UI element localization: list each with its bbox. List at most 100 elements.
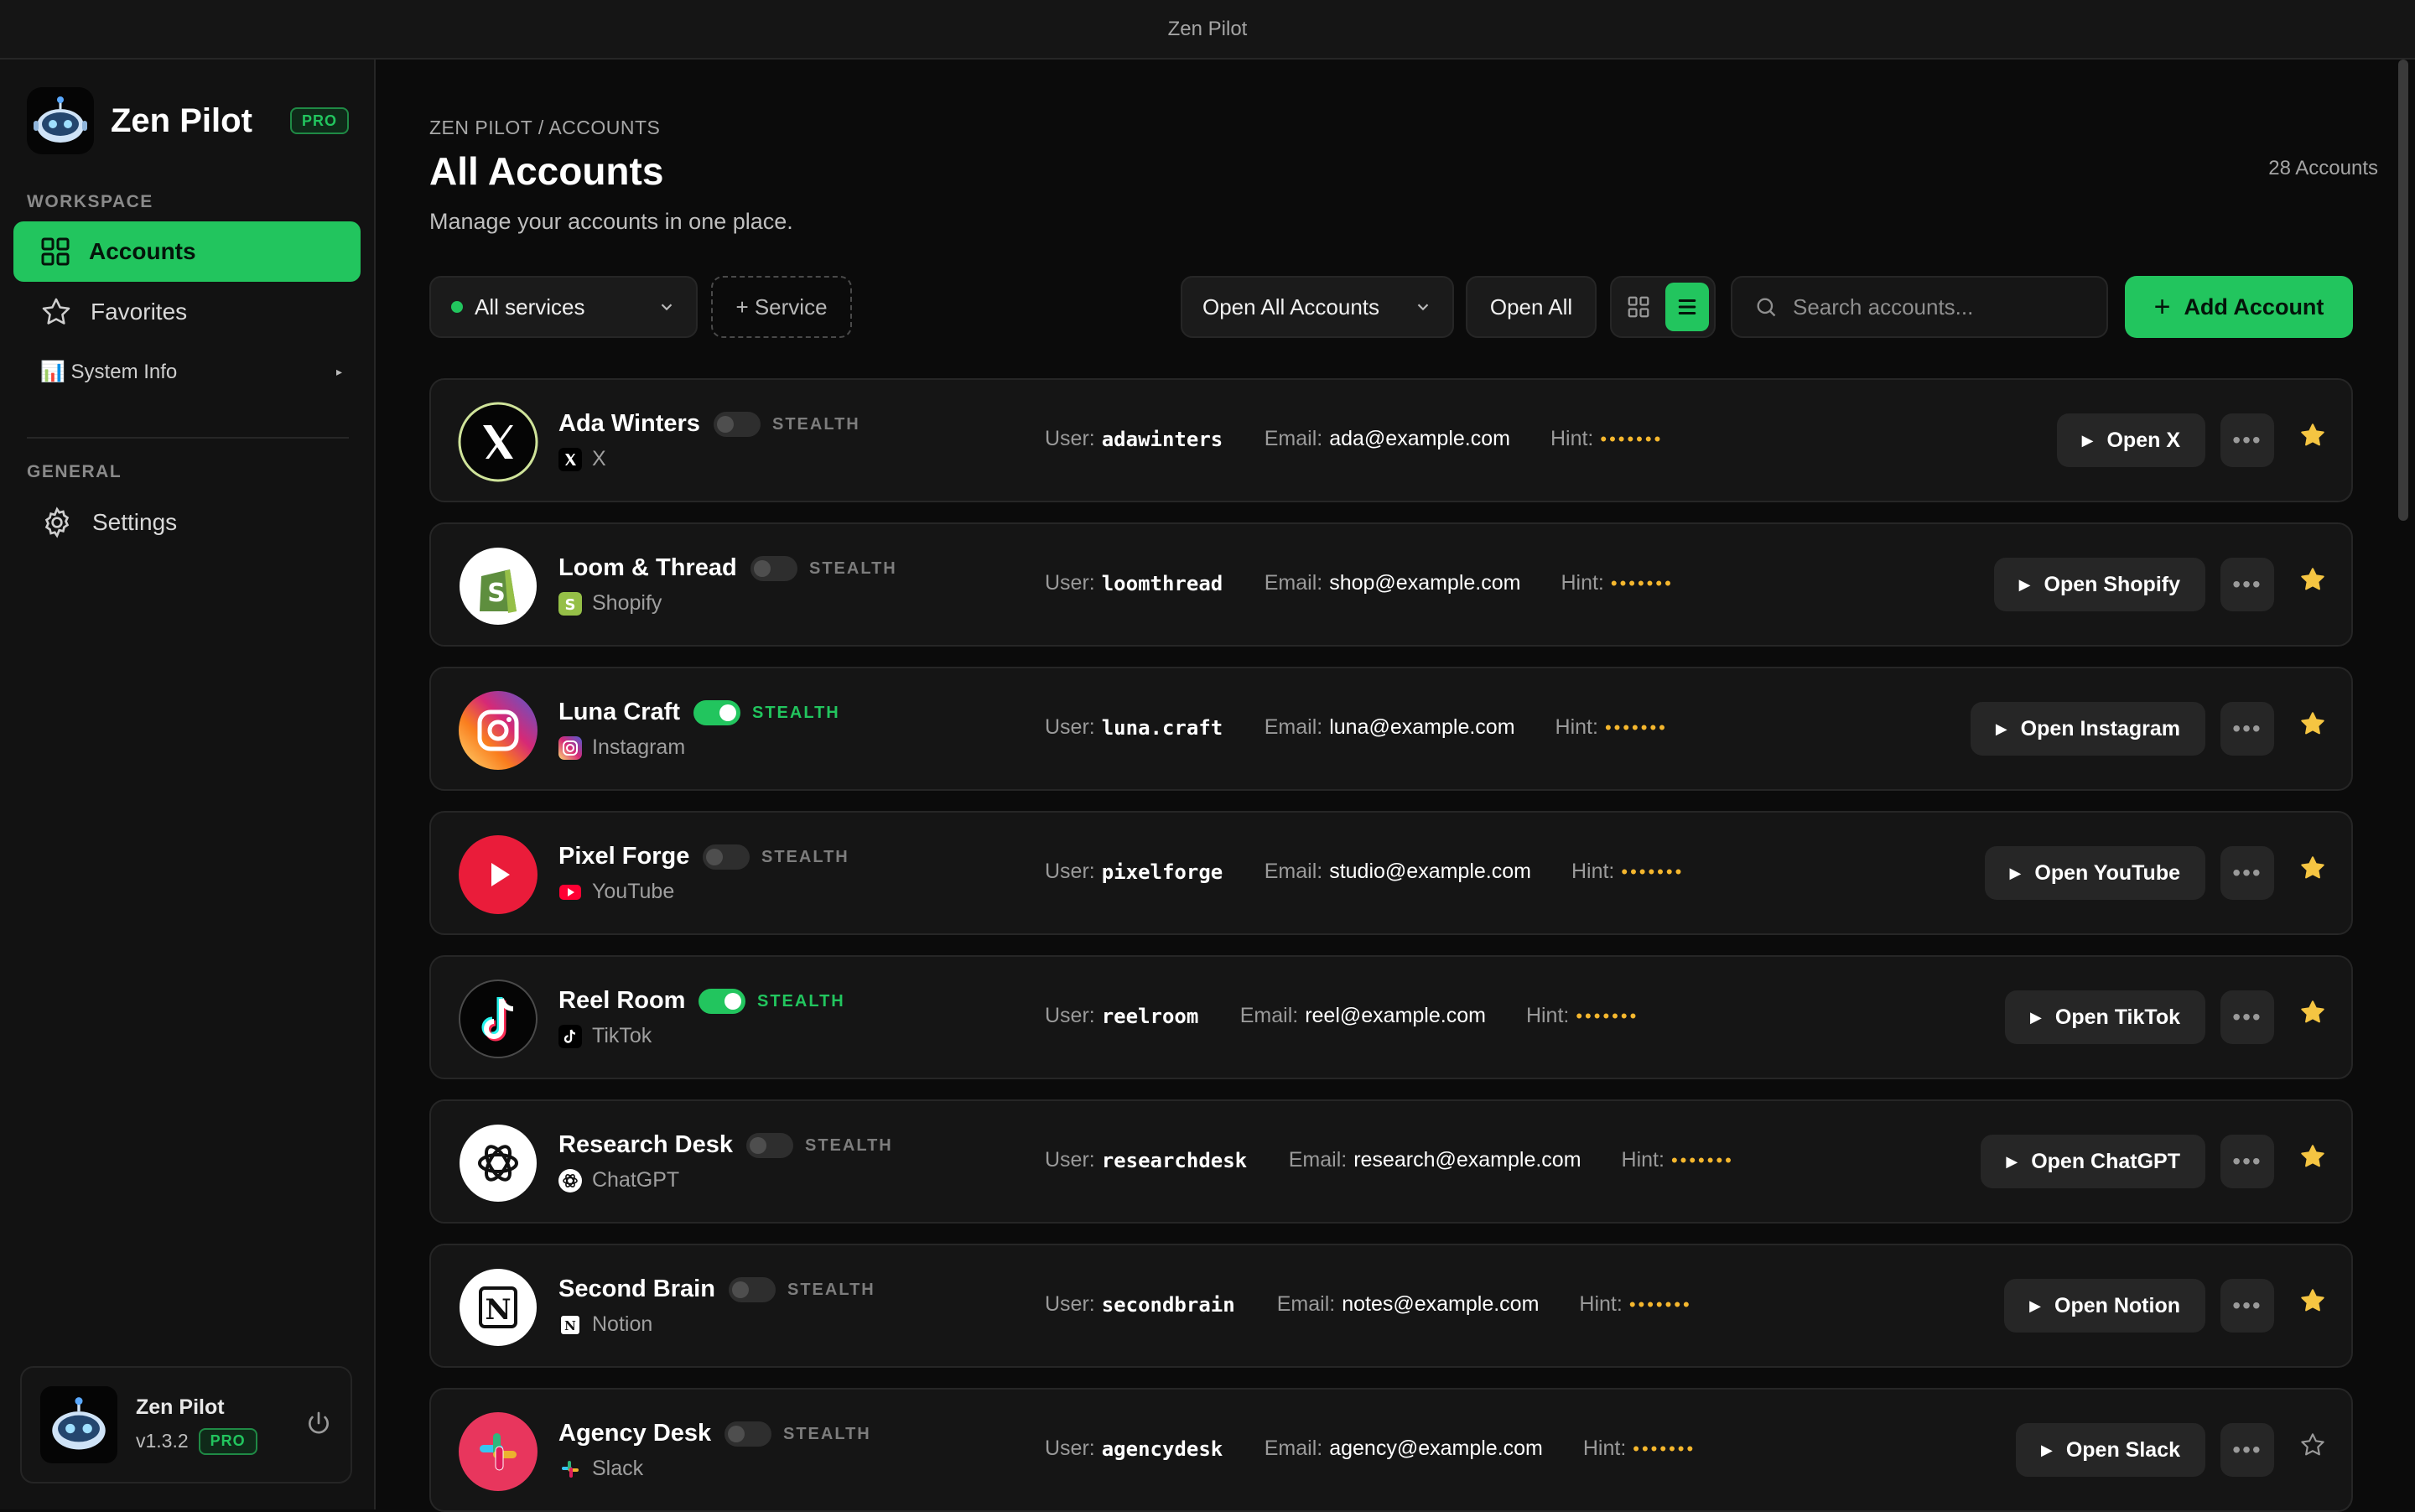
play-icon: ▶ [2040,1441,2053,1458]
hint-label: Hint: [1525,1004,1570,1027]
open-shopify-button[interactable]: ▶ Open Shopify [1993,558,2205,611]
account-row[interactable]: N Second Brain STEALTH N Notion User: se… [429,1244,2353,1368]
ellipsis-icon: ••• [2232,1292,2262,1318]
sidebar-item-accounts[interactable]: Accounts [13,221,361,282]
stealth-toggle[interactable] [729,1277,776,1302]
add-service-button[interactable]: + Service [711,276,852,338]
notion-icon: N [558,1313,582,1337]
service-name: Instagram [592,735,686,759]
email-value: reel@example.com [1305,1004,1486,1027]
hint-label: Hint: [1579,1292,1623,1316]
list-view-button[interactable] [1665,283,1709,331]
more-options-button[interactable]: ••• [2220,558,2274,611]
open-notion-button[interactable]: ▶ Open Notion [2004,1279,2205,1333]
account-row[interactable]: Pixel Forge STEALTH YouTube User: pixelf… [429,811,2353,935]
stealth-label: STEALTH [805,1136,893,1155]
open-button-label: Open TikTok [2054,1005,2180,1029]
open-all-accounts-dropdown[interactable]: Open All Accounts [1181,276,1454,338]
star-filled-icon [2301,568,2324,590]
hint-label: Hint: [1550,427,1594,450]
sidebar: Zen Pilot PRO WORKSPACE Accounts Favorit… [0,60,376,1509]
stealth-toggle[interactable] [699,989,745,1014]
stealth-toggle[interactable] [703,844,750,870]
account-row[interactable]: Agency Desk STEALTH Slack User: agencyde… [429,1388,2353,1512]
email-value: research@example.com [1353,1148,1581,1172]
email-label: Email: [1264,571,1323,595]
service-label: Slack [558,1457,643,1481]
account-row[interactable]: Luna Craft STEALTH Instagram User: luna.… [429,667,2353,791]
open-chatgpt-button[interactable]: ▶ Open ChatGPT [1981,1135,2205,1188]
account-row[interactable]: Research Desk STEALTH ChatGPT User: rese… [429,1099,2353,1224]
more-options-button[interactable]: ••• [2220,1279,2274,1333]
favorite-star-button[interactable] [2299,1431,2326,1463]
favorite-star-button[interactable] [2299,566,2326,597]
hint-label: Hint: [1571,860,1615,883]
open-tiktok-button[interactable]: ▶ Open TikTok [2005,990,2205,1044]
sidebar-item-favorites[interactable]: Favorites [13,282,361,342]
favorite-star-button[interactable] [2299,422,2326,453]
email-value: ada@example.com [1329,427,1510,450]
service-filter-select[interactable]: All services [429,276,698,338]
add-account-button[interactable]: + Add Account [2125,276,2353,338]
open-youtube-button[interactable]: ▶ Open YouTube [1984,846,2205,900]
hint-label: Hint: [1561,571,1604,595]
star-filled-icon [2301,423,2324,446]
more-options-button[interactable]: ••• [2220,990,2274,1044]
hint-value: ••••••• [1604,716,1668,738]
play-icon: ▶ [2006,1152,2018,1170]
search-input[interactable]: Search accounts... [1731,276,2108,338]
favorite-star-button[interactable] [2299,999,2326,1030]
sidebar-item-settings[interactable]: Settings [13,492,361,553]
favorite-star-button[interactable] [2299,855,2326,886]
stealth-toggle[interactable] [724,1421,771,1447]
service-name: TikTok [592,1024,652,1047]
service-name: Notion [592,1312,653,1336]
account-row[interactable]: Ada Winters STEALTH X User: adawinters E… [429,378,2353,502]
username-value: reelroom [1101,1004,1199,1028]
toggle-knob [732,1281,749,1298]
open-all-button[interactable]: Open All [1466,276,1597,338]
account-row[interactable]: Reel Room STEALTH TikTok User: reelroom … [429,955,2353,1079]
more-options-button[interactable]: ••• [2220,702,2274,756]
open-instagram-button[interactable]: ▶ Open Instagram [1970,702,2205,756]
shopify-icon: S [558,591,582,616]
username-value: luna.craft [1101,715,1223,740]
open-button-label: Open YouTube [2034,860,2180,885]
favorite-star-button[interactable] [2299,1143,2326,1174]
favorite-star-button[interactable] [2299,710,2326,741]
slack-icon [558,1457,582,1481]
service-label: ChatGPT [558,1168,679,1192]
star-filled-icon [2301,712,2324,735]
open-x-button[interactable]: ▶ Open X [2056,413,2205,467]
scrollbar[interactable] [2398,60,2408,1509]
more-options-button[interactable]: ••• [2220,1135,2274,1188]
search-icon [1757,298,1776,317]
sidebar-item-system-info[interactable]: 📊 System Info ▸ [40,355,342,388]
account-row[interactable]: S Loom & Thread STEALTH S Shopify User: … [429,522,2353,647]
open-slack-button[interactable]: ▶ Open Slack [2015,1423,2205,1477]
stealth-toggle[interactable] [746,1133,793,1158]
email-label: Email: [1276,1292,1336,1316]
stealth-toggle[interactable] [714,412,761,437]
email-label: Email: [1239,1004,1299,1027]
open-button-label: Open Notion [2054,1293,2180,1317]
email-label: Email: [1264,427,1323,450]
stealth-toggle[interactable] [693,700,740,725]
youtube-logo-icon [458,834,538,915]
username-value: researchdesk [1101,1148,1248,1172]
more-options-button[interactable]: ••• [2220,846,2274,900]
stealth-toggle[interactable] [750,556,797,581]
more-options-button[interactable]: ••• [2220,1423,2274,1477]
play-icon: ▶ [2030,1008,2042,1026]
user-label: User: [1045,860,1095,883]
tiktok-logo-icon [458,979,538,1059]
user-card: Zen Pilot v1.3.2 PRO [20,1366,352,1483]
account-fields: User: reelroom Email: reel@example.com H… [1045,1004,1639,1028]
grid-view-button[interactable] [1617,283,1660,331]
ellipsis-icon: ••• [2232,715,2262,741]
favorite-star-button[interactable] [2299,1287,2326,1318]
account-count: 28 Accounts [2268,157,2378,179]
more-options-button[interactable]: ••• [2220,413,2274,467]
scrollbar-thumb[interactable] [2398,60,2408,521]
power-button[interactable] [305,1410,332,1441]
